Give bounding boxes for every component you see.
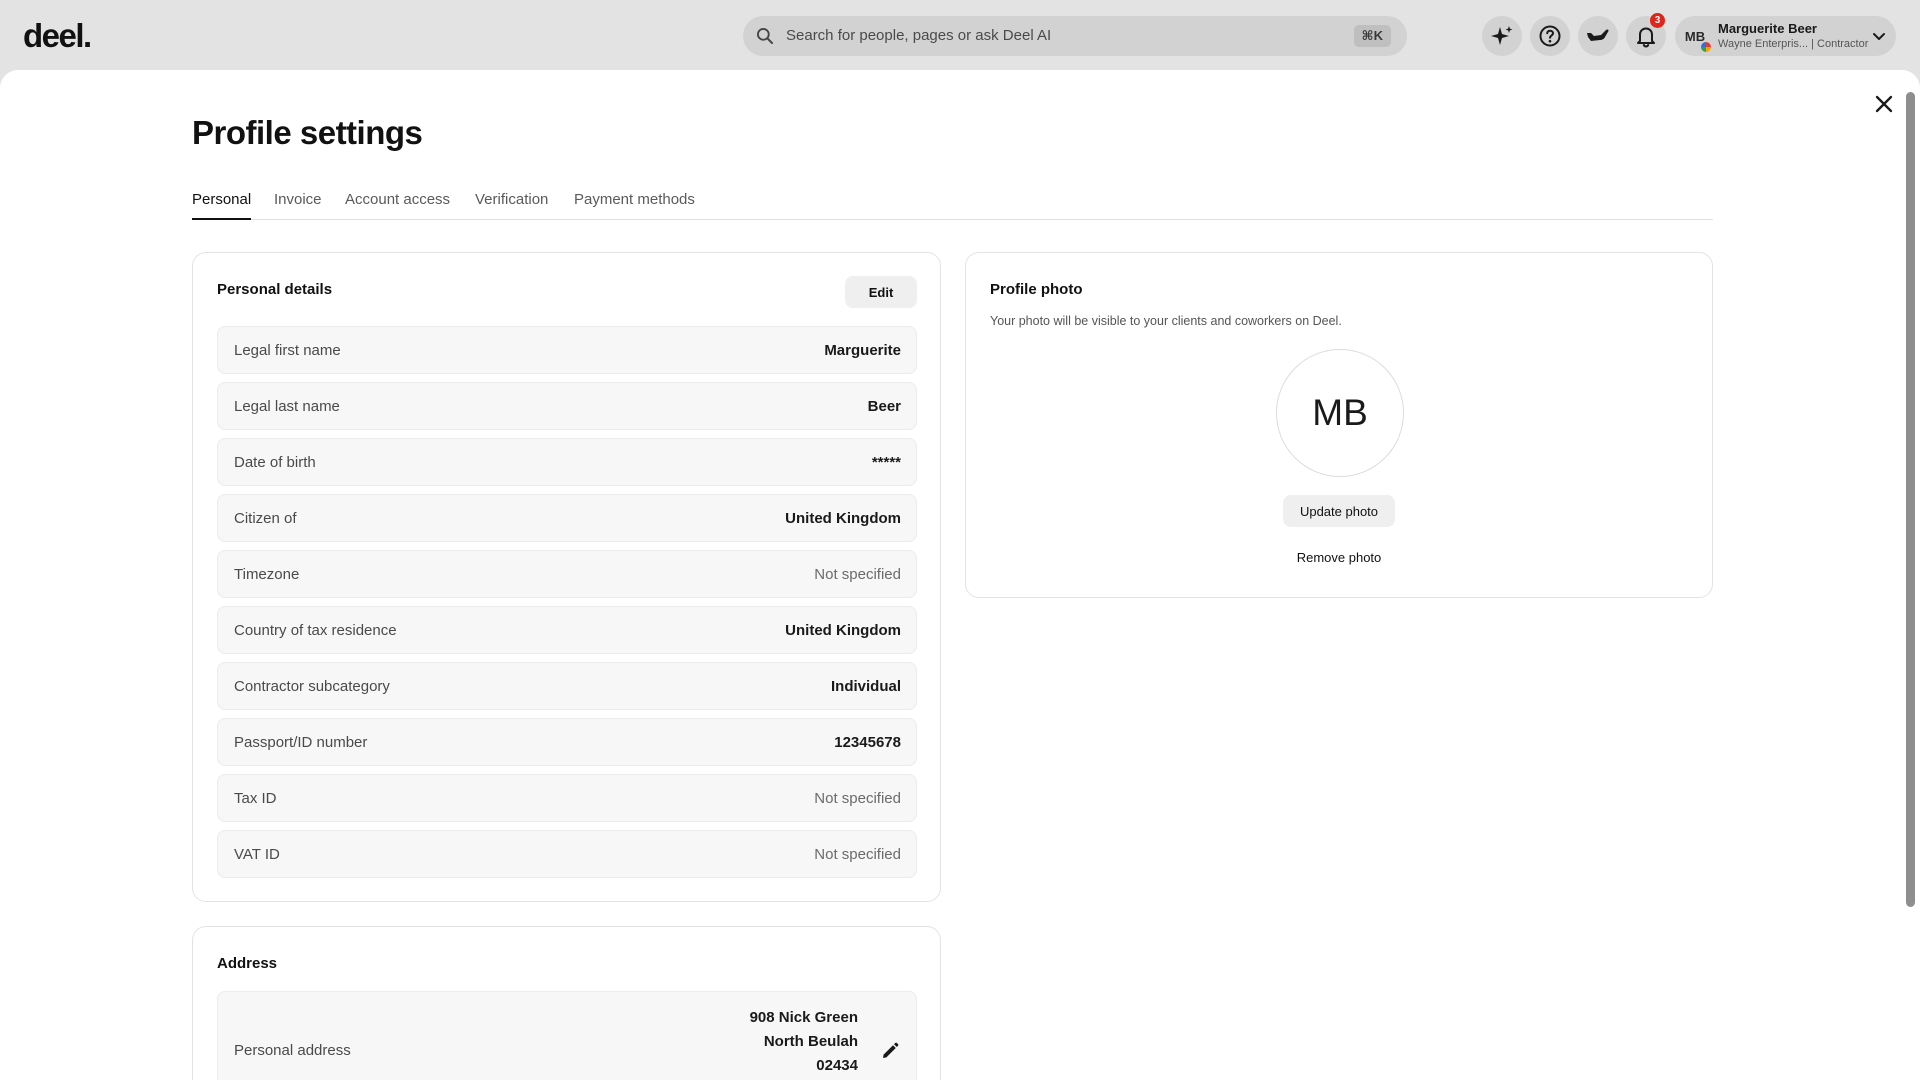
profile-photo-description: Your photo will be visible to your clien… [990,314,1342,328]
field-country-of-tax-residence: Country of tax residence United Kingdom [217,606,917,654]
field-passport-id-number: Passport/ID number 12345678 [217,718,917,766]
tab-personal[interactable]: Personal [192,191,252,220]
field-label: VAT ID [234,846,280,863]
field-label: Tax ID [234,790,277,807]
address-line-2: North Beulah [763,1033,858,1050]
sparkle-icon [1491,26,1513,45]
help-button[interactable] [1530,16,1570,56]
profile-photo-card: Profile photo Your photo will be visible… [965,252,1713,598]
address-line-3: 02434 [816,1057,858,1074]
field-value: Individual [830,678,901,695]
page-title: Profile settings [192,114,423,151]
field-date-of-birth: Date of birth ***** [217,438,917,486]
deel-logo[interactable]: deel. [23,17,92,55]
field-personal-address: Personal address 908 Nick Green North Be… [217,991,917,1080]
perks-button[interactable] [1578,16,1618,56]
field-citizen-of: Citizen of United Kingdom [217,494,917,542]
field-value: Beer [867,398,901,415]
field-value: Not specified [814,566,901,583]
field-label: Contractor subcategory [234,678,390,695]
personal-details-card: Personal details Edit Legal first name M… [192,252,941,902]
remove-photo-button[interactable]: Remove photo [1283,545,1395,569]
pencil-icon[interactable] [881,1042,899,1060]
field-legal-first-name: Legal first name Marguerite [217,326,917,374]
personal-details-title: Personal details [217,281,333,298]
help-icon [1539,25,1561,47]
field-value: ***** [871,454,901,471]
field-vat-id: VAT ID Not specified [217,830,917,878]
address-card: Address Personal address 908 Nick Green … [192,926,941,1080]
field-legal-last-name: Legal last name Beer [217,382,917,430]
global-search[interactable]: Search for people, pages or ask Deel AI … [743,16,1407,56]
field-value: Marguerite [824,342,901,359]
field-label: Passport/ID number [234,734,368,751]
update-photo-button[interactable]: Update photo [1283,495,1395,527]
field-contractor-subcategory: Contractor subcategory Individual [217,662,917,710]
edit-personal-details-button[interactable]: Edit [845,276,917,308]
tab-account-access[interactable]: Account access [345,191,450,220]
profile-photo-title: Profile photo [990,281,1083,298]
field-label: Country of tax residence [234,622,397,639]
field-tax-id: Tax ID Not specified [217,774,917,822]
field-label: Personal address [234,1042,351,1059]
field-value: 12345678 [834,734,901,751]
top-bar: deel. Search for people, pages or ask De… [0,0,1920,70]
close-icon[interactable] [1873,93,1895,115]
field-value: Not specified [814,846,901,863]
chevron-down-icon [1873,33,1885,40]
settings-tabs: Personal Invoice Account access Verifica… [192,188,1713,220]
search-icon [757,28,774,45]
field-label: Legal first name [234,342,341,359]
ai-assistant-button[interactable] [1482,16,1522,56]
search-input[interactable]: Search for people, pages or ask Deel AI [786,27,1051,44]
user-subtitle: Wayne Enterpris... | Contractor [1718,38,1869,50]
airplane-icon [1587,29,1609,41]
org-logo-icon [1700,41,1712,53]
field-label: Timezone [234,566,300,583]
notifications-count-badge: 3 [1650,13,1665,28]
field-value: Not specified [814,790,901,807]
field-label: Citizen of [234,510,297,527]
field-label: Date of birth [234,454,316,471]
field-label: Legal last name [234,398,340,415]
address-title: Address [217,955,278,972]
field-value: United Kingdom [785,622,901,639]
user-name: Marguerite Beer [1718,21,1817,36]
search-shortcut-hint: ⌘K [1353,25,1391,47]
field-timezone: Timezone Not specified [217,550,917,598]
address-value: 908 Nick Green North Beulah 02434 [750,1006,858,1078]
address-line-1: 908 Nick Green [749,1009,858,1026]
user-menu-button[interactable]: MB Marguerite Beer Wayne Enterpris... | … [1675,16,1896,56]
field-value: United Kingdom [785,510,901,527]
tab-invoice[interactable]: Invoice [274,191,322,220]
scrollbar-thumb[interactable] [1906,92,1915,907]
tab-verification[interactable]: Verification [475,191,548,220]
profile-avatar: MB [1276,349,1404,477]
tab-payment-methods[interactable]: Payment methods [574,191,695,220]
